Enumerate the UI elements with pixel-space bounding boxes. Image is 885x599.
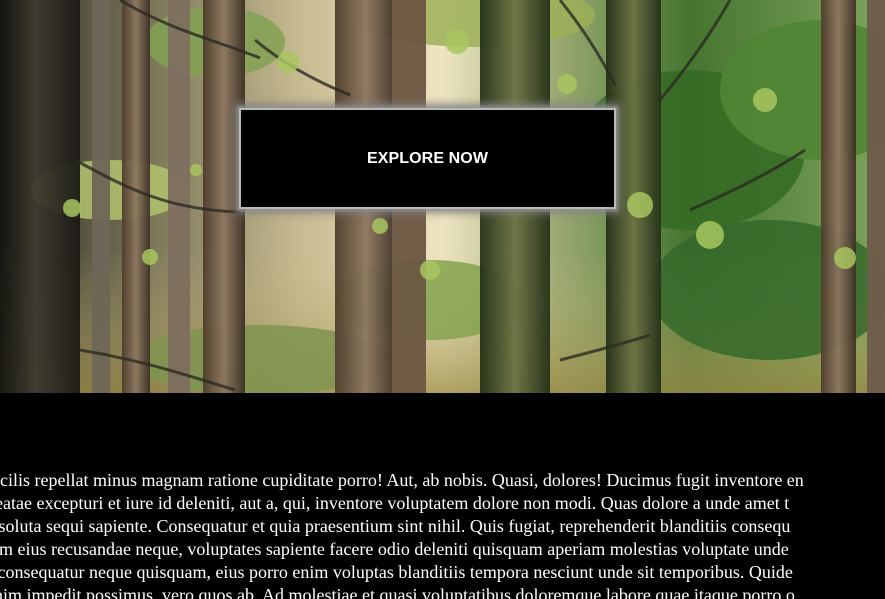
lorem-paragraph: facilis repellat minus magnam ratione cu… <box>0 469 885 599</box>
explore-now-button[interactable]: EXPLORE NOW <box>239 108 616 209</box>
paragraph-line: beatae excepturi et iure id deleniti, au… <box>0 493 790 513</box>
paragraph-line: tem eius recusandae neque, voluptates sa… <box>0 539 789 559</box>
paragraph-line: enim impedit possimus, vero quos ab. Ad … <box>0 585 795 599</box>
paragraph-line: a soluta sequi sapiente. Consequatur et … <box>0 516 791 536</box>
article-section: facilis repellat minus magnam ratione cu… <box>0 393 885 599</box>
paragraph-line: facilis repellat minus magnam ratione cu… <box>0 470 804 490</box>
hero-banner: EXPLORE NOW <box>0 0 885 393</box>
paragraph-line: s consequatur neque quisquam, eius porro… <box>0 562 793 582</box>
